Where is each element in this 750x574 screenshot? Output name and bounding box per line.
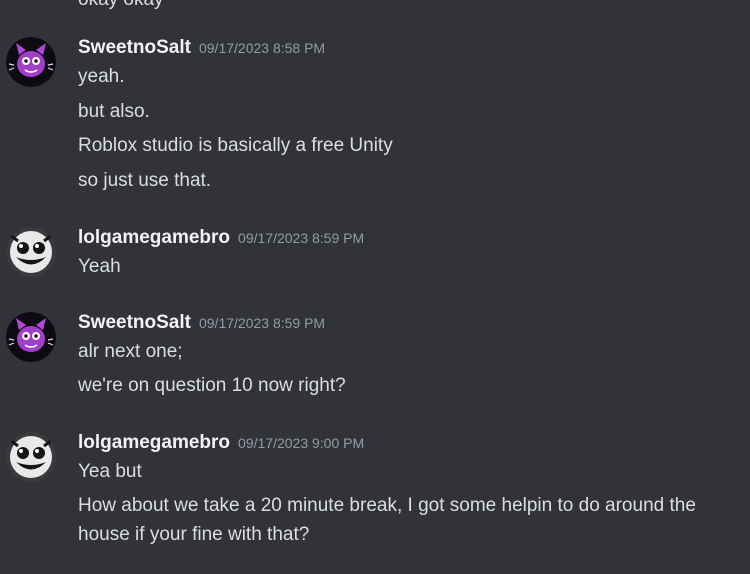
purple-cat-avatar-icon[interactable]: [6, 312, 56, 362]
message-text: Roblox studio is basically a free Unity: [78, 135, 393, 156]
message-header: SweetnoSalt 09/17/2023 8:59 PM: [78, 312, 325, 334]
username[interactable]: lolgamegamebro: [78, 227, 230, 248]
message-text: How about we take a 20 minute break, I g…: [78, 495, 702, 545]
timestamp[interactable]: 09/17/2023 8:59 PM: [238, 230, 364, 246]
message-text: but also.: [78, 101, 150, 122]
username[interactable]: SweetnoSalt: [78, 312, 191, 333]
username[interactable]: SweetnoSalt: [78, 37, 191, 58]
chat-messages: okay okay SweetnoSalt09/17/2023 8:58 PM …: [0, 0, 750, 574]
message-text: Yea but: [78, 461, 142, 482]
partial-previous-message: okay okay: [78, 0, 164, 12]
message-text: yeah.: [78, 66, 125, 87]
timestamp[interactable]: 09/17/2023 8:59 PM: [199, 315, 325, 331]
message-header: SweetnoSalt 09/17/2023 8:58 PM: [78, 37, 325, 59]
message-header: lolgamegamebro 09/17/2023 8:59 PM: [78, 227, 364, 249]
username[interactable]: lolgamegamebro: [78, 432, 230, 453]
timestamp[interactable]: 09/17/2023 8:58 PM: [199, 40, 325, 56]
message-header: lolgamegamebro 09/17/2023 9:00 PM: [78, 432, 364, 454]
grinning-face-avatar-icon[interactable]: [6, 227, 56, 277]
message-text: we're on question 10 now right?: [78, 375, 346, 396]
message-text: Yeah: [78, 256, 121, 277]
grinning-face-avatar-icon[interactable]: [6, 432, 56, 482]
message-text: so just use that.: [78, 170, 212, 191]
timestamp[interactable]: 09/17/2023 9:00 PM: [238, 435, 364, 451]
purple-cat-avatar-icon[interactable]: [6, 37, 56, 87]
message-text: alr next one;: [78, 341, 183, 362]
